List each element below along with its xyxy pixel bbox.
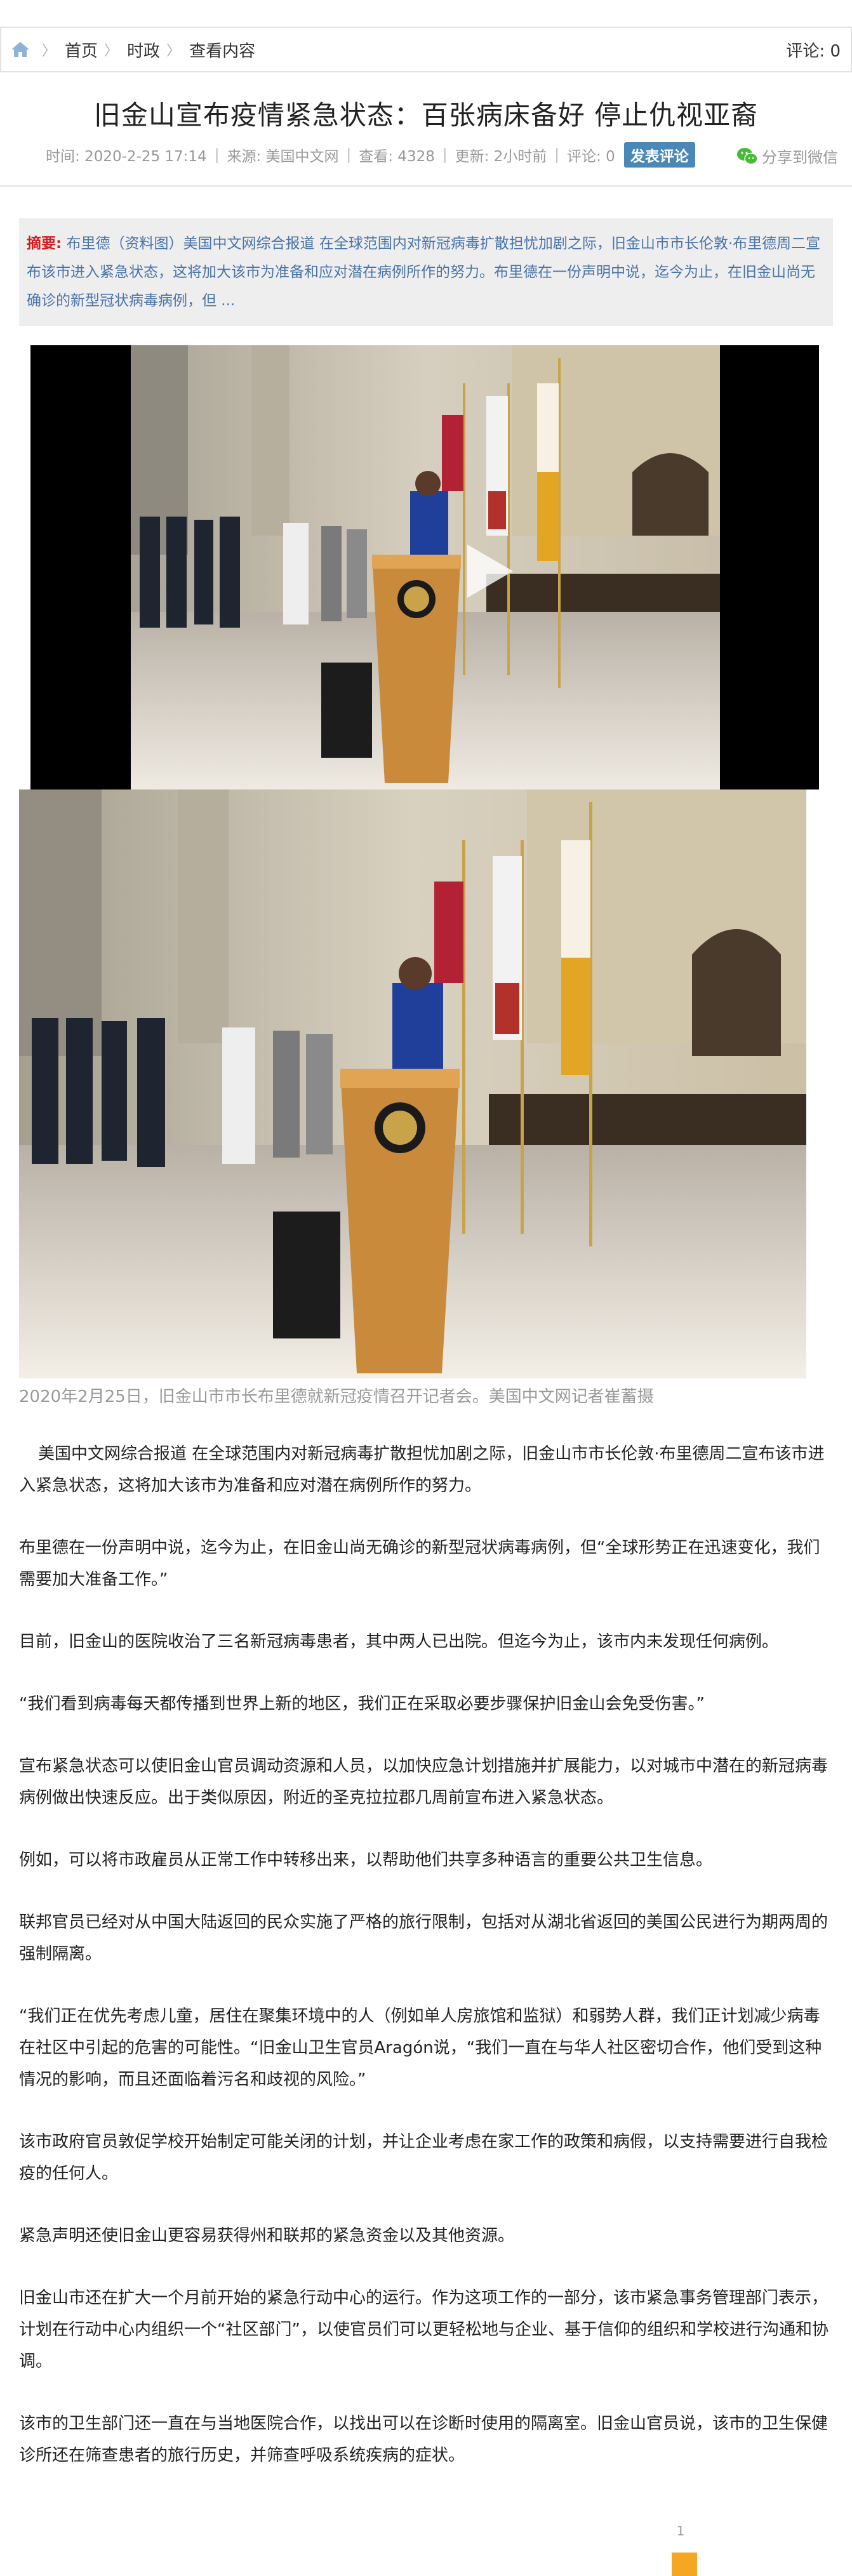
article-photo [19, 789, 806, 1378]
share-wechat-label: 分享到微信 [762, 149, 838, 166]
play-icon[interactable] [455, 539, 518, 603]
video-frame [131, 345, 720, 789]
wechat-icon [736, 147, 758, 166]
meta-divider: | [214, 147, 220, 163]
breadcrumb-category-link[interactable]: 时政 [127, 38, 160, 62]
article-paragraph: 目前，旧金山的医院收治了三名新冠病毒患者，其中两人已出院。但迄今为止，该市内未发… [19, 1632, 779, 1651]
photo-scene [19, 789, 806, 1378]
meta-divider: | [346, 147, 352, 163]
article-paragraph: 宣布紧急状态可以使旧金山官员调动资源和人员，以加快应急计划措施并扩展能力，以对城… [19, 1757, 829, 1807]
comment-count-link[interactable]: 评论: 0 [786, 28, 841, 71]
abstract-text: 布里德（资料图）美国中文网综合报道 在全球范围内对新冠病毒扩散担忧加剧之际，旧金… [27, 235, 821, 309]
meta-divider: | [554, 147, 560, 163]
chevron-right-icon: 〉 [166, 43, 181, 59]
page-number[interactable]: 1 [673, 2523, 688, 2539]
post-comment-button[interactable]: 发表评论 [623, 142, 695, 168]
comment-count[interactable]: 评论: 0 [567, 144, 615, 166]
chevron-right-icon: 〉 [42, 43, 57, 59]
breadcrumb-home-link[interactable]: 首页 [65, 38, 98, 62]
abstract-label: 摘要: [27, 235, 62, 252]
article-paragraph: 美国中文网综合报道 在全球范围内对新冠病毒扩散担忧加剧之际，旧金山市市长伦敦·布… [19, 1444, 825, 1495]
article-paragraph: 紧急声明还使旧金山更容易获得州和联邦的紧急资金以及其他资源。 [19, 2226, 515, 2245]
article-meta: 时间: 2020-2-25 17:14 | 来源: 美国中文网 | 查看: 43… [46, 142, 757, 168]
article-paragraph: 联邦官员已经对从中国大陆返回的民众实施了严格的旅行限制，包括对从湖北省返回的美国… [19, 1913, 829, 1964]
article-paragraph: 该市的卫生部门还一直在与当地医院合作，以找出可以在诊断时使用的隔离室。旧金山官员… [19, 2414, 829, 2465]
article-paragraph: 旧金山市还在扩大一个月前开始的紧急行动中心的运行。作为这项工作的一部分，该市紧急… [19, 2289, 829, 2371]
article-paragraph: 该市政府官员敦促学校开始制定可能关闭的计划，并让企业考虑在家工作的政策和病假，以… [19, 2132, 829, 2183]
video-player[interactable] [30, 345, 819, 789]
share-wechat-button[interactable]: 分享到微信 [736, 145, 838, 167]
view-count: 查看: 4328 [359, 149, 435, 165]
home-icon[interactable] [9, 38, 36, 61]
publish-time: 时间: 2020-2-25 17:14 [46, 149, 207, 165]
article-abstract: 摘要: 布里德（资料图）美国中文网综合报道 在全球范围内对新冠病毒扩散担忧加剧之… [19, 218, 833, 326]
divider [0, 185, 852, 187]
article-paragraph: 例如，可以将市政雇员从正常工作中转移出来，以帮助他们共享多种语言的重要公共卫生信… [19, 1851, 713, 1870]
page-indicator[interactable] [672, 2553, 697, 2576]
chevron-right-icon: 〉 [104, 43, 119, 59]
article-paragraph: “我们正在优先考虑儿童，居住在聚集环境中的人（例如单人房旅馆和监狱）和弱势人群，… [19, 2007, 822, 2089]
breadcrumb-current: 查看内容 [189, 41, 256, 61]
article-source: 来源: 美国中文网 [227, 149, 339, 165]
page-title: 旧金山宣布疫情紧急状态：百张病床备好 停止仇视亚裔 [93, 100, 759, 131]
article-paragraph: “我们看到病毒每天都传播到世界上新的地区，我们正在采取必要步骤保护旧金山会免受伤… [19, 1694, 705, 1714]
article-body: 美国中文网综合报道 在全球范围内对新冠病毒扩散担忧加剧之际，旧金山市市长伦敦·布… [19, 1438, 834, 2502]
photo-caption: 2020年2月25日，旧金山市市长布里德就新冠疫情召开记者会。美国中文网记者崔蓄… [19, 1387, 654, 1406]
update-time: 更新: 2小时前 [455, 149, 547, 165]
meta-divider: | [442, 147, 448, 163]
breadcrumb: 〉 首页 〉 时政 〉 查看内容 评论: 0 [0, 27, 852, 72]
article-paragraph: 布里德在一份声明中说，迄今为止，在旧金山尚无确诊的新型冠状病毒病例，但“全球形势… [19, 1538, 820, 1589]
